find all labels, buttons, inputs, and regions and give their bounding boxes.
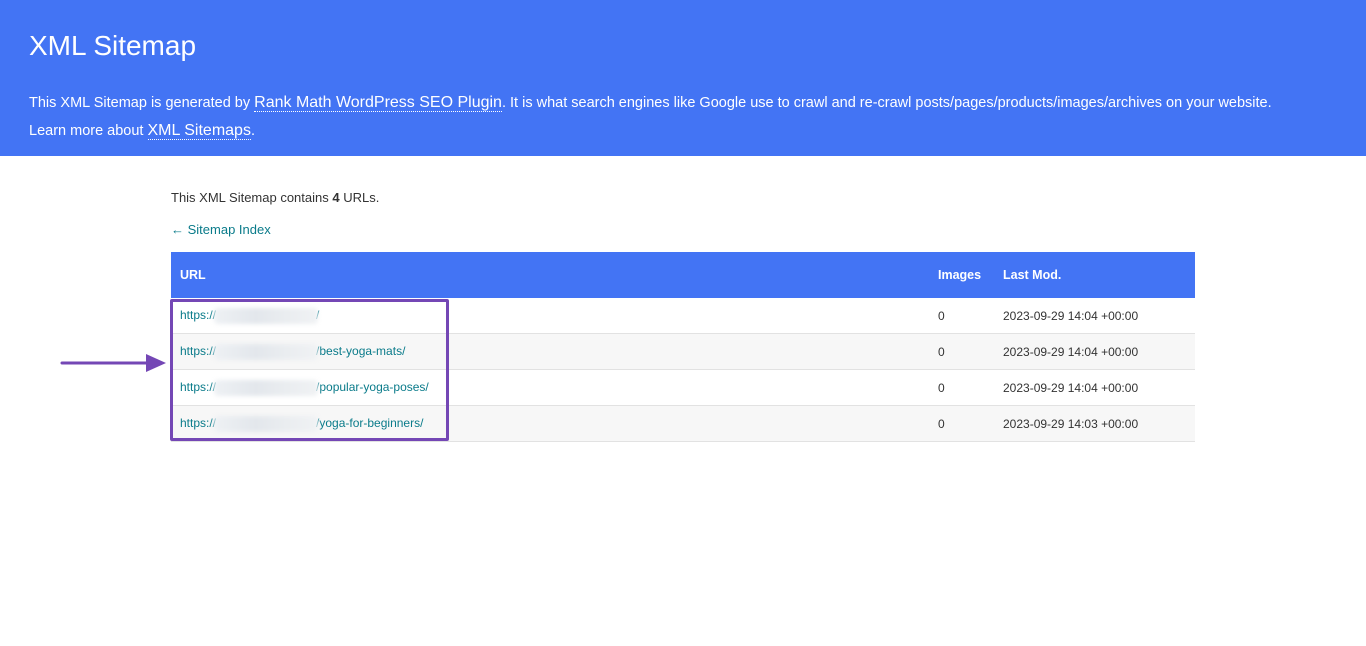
url-link[interactable]: https:// /best-yoga-mats/ (180, 343, 406, 360)
redacted-domain (214, 307, 319, 324)
column-header-last-mod: Last Mod. (994, 252, 1195, 298)
images-cell: 0 (929, 333, 994, 370)
last-mod-cell: 2023-09-29 14:04 +00:00 (994, 333, 1195, 370)
last-mod-cell: 2023-09-29 14:03 +00:00 (994, 405, 1195, 442)
table-row: https:// /popular-yoga-poses/ 0 2023-09-2… (171, 369, 1195, 406)
url-link[interactable]: https:// /popular-yoga-poses/ (180, 379, 429, 396)
url-count-line: This XML Sitemap contains 4 URLs. (171, 188, 1195, 208)
count-prefix: This XML Sitemap contains (171, 190, 333, 205)
url-count: 4 (332, 190, 340, 205)
main-content: This XML Sitemap contains 4 URLs. ← Site… (171, 188, 1195, 442)
column-header-url: URL (171, 252, 929, 298)
table-header-row: URL Images Last Mod. (171, 252, 1195, 298)
url-scheme: https:// (180, 415, 217, 430)
url-cell: https:// /yoga-for-beginners/ (171, 405, 929, 442)
redacted-domain (214, 379, 319, 396)
last-mod-cell: 2023-09-29 14:04 +00:00 (994, 298, 1195, 334)
desc-middle: . It is what search engines like Google … (501, 95, 1272, 111)
page-title: XML Sitemap (29, 30, 197, 61)
url-cell: https:// /popular-yoga-poses/ (171, 369, 929, 406)
count-suffix: URLs. (339, 190, 380, 205)
url-path: /best-yoga-mats/ (316, 343, 406, 358)
page-header: XML Sitemap This XML Sitemap is generate… (0, 0, 1366, 156)
url-link[interactable]: https:/// (180, 307, 319, 324)
learn-prefix: Learn more about (29, 123, 148, 139)
header-description: This XML Sitemap is generated by Rank Ma… (29, 89, 1329, 145)
url-path: /popular-yoga-poses/ (316, 379, 429, 394)
table-row: https:// /yoga-for-beginners/ 0 2023-09-2… (171, 405, 1195, 442)
url-scheme: https:// (180, 343, 217, 358)
xml-sitemaps-link[interactable]: XML Sitemaps (147, 122, 251, 140)
table-row: https:/// 0 2023-09-29 14:04 +00:00 (171, 298, 1195, 334)
redacted-domain (214, 415, 319, 432)
redacted-domain (214, 343, 319, 360)
url-path: /yoga-for-beginners/ (316, 415, 424, 430)
rank-math-plugin-link[interactable]: Rank Math WordPress SEO Plugin (254, 94, 502, 112)
images-cell: 0 (929, 405, 994, 442)
url-cell: https:/// (171, 298, 929, 334)
images-cell: 0 (929, 369, 994, 406)
column-header-images: Images (929, 252, 994, 298)
url-link[interactable]: https:// /yoga-for-beginners/ (180, 415, 424, 432)
url-scheme: https:// (180, 307, 217, 322)
url-cell: https:// /best-yoga-mats/ (171, 333, 929, 370)
sitemap-table: URL Images Last Mod. https:/// 0 2023-09… (171, 252, 1195, 442)
sitemap-index-link[interactable]: ← Sitemap Index (171, 220, 271, 240)
annotation-arrow-icon (60, 354, 166, 372)
table-row: https:// /best-yoga-mats/ 0 2023-09-29 14… (171, 333, 1195, 370)
learn-suffix: . (250, 123, 255, 139)
last-mod-cell: 2023-09-29 14:04 +00:00 (994, 369, 1195, 406)
desc-prefix: This XML Sitemap is generated by (29, 95, 255, 111)
url-scheme: https:// (180, 379, 217, 394)
images-cell: 0 (929, 298, 994, 334)
